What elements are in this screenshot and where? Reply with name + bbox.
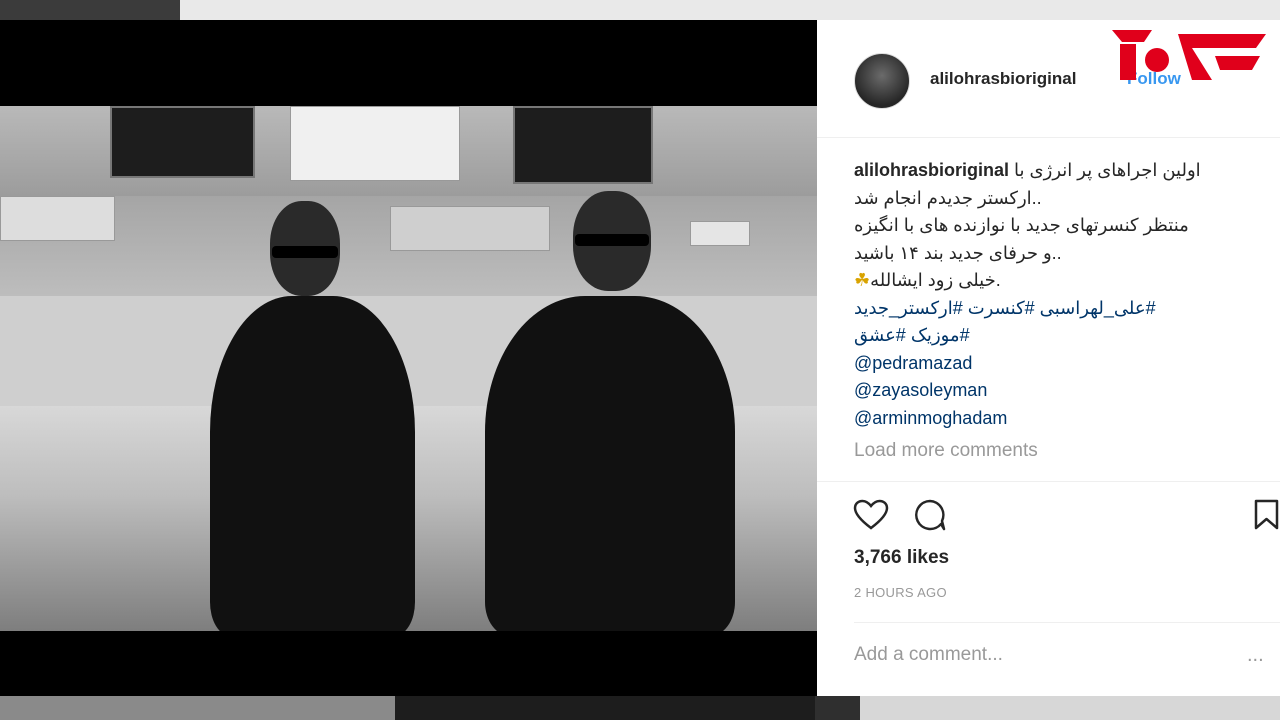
- heart-icon[interactable]: [853, 499, 889, 531]
- caption-hashtags[interactable]: #موزیک #عشق: [854, 322, 1259, 350]
- photo-sign: [690, 221, 750, 246]
- caption-text: منتظر کنسرتهای جدید با نوازنده های با ان…: [854, 215, 1189, 235]
- caption-mention[interactable]: @pedramazad: [854, 350, 1259, 378]
- photo-flight-board: [513, 106, 653, 184]
- post-header: alilohrasbioriginal Follow: [817, 20, 1280, 138]
- caption-text: ..و حرفای جدید بند ۱۴ باشید: [854, 242, 1062, 263]
- add-comment-input[interactable]: Add a comment...: [854, 644, 1003, 666]
- likes-count[interactable]: 3,766 likes: [854, 547, 949, 569]
- background-thumbnail: [0, 696, 395, 720]
- caption-mention[interactable]: @zayasoleyman: [854, 377, 1259, 405]
- rokna-watermark-logo: [1112, 30, 1266, 80]
- caption-hashtags[interactable]: #علی_لهراسبی #کنسرت #ارکستر_جدید: [854, 295, 1259, 323]
- avatar[interactable]: [854, 53, 910, 109]
- caption-mention[interactable]: @arminmoghadam: [854, 405, 1259, 433]
- background-profile-strip: [0, 0, 1280, 20]
- photo-sign: [0, 196, 115, 241]
- photo-glasses-left: [272, 246, 338, 258]
- caption-line-emoji: ☘.خیلی زود ایشالله: [854, 267, 1259, 295]
- comment-divider: [854, 622, 1280, 623]
- post-timestamp: 2 HOURS AGO: [854, 585, 947, 600]
- background-thumbnail: [0, 0, 180, 20]
- post-side-panel: alilohrasbioriginal Follow alilohrasbior…: [817, 20, 1280, 696]
- caption-username[interactable]: alilohrasbioriginal: [854, 160, 1009, 180]
- photo-direction-sign: [290, 106, 460, 181]
- photo-glasses-right: [575, 234, 649, 246]
- background-bottom-strip: [0, 696, 1280, 720]
- photo-sign: [390, 206, 550, 251]
- post-media-area[interactable]: [0, 20, 817, 696]
- photo-person-right: [485, 296, 735, 631]
- comment-icon[interactable]: [913, 498, 947, 532]
- load-more-comments-link[interactable]: Load more comments: [854, 440, 1038, 462]
- actions-divider: [817, 481, 1280, 482]
- photo-person-left: [210, 296, 415, 631]
- caption-text: ..ارکستر جدیدم انجام شد: [854, 187, 1042, 208]
- background-thumbnail: [395, 696, 815, 720]
- post-username[interactable]: alilohrasbioriginal: [930, 69, 1076, 89]
- post-photo[interactable]: [0, 106, 817, 631]
- photo-flight-board: [110, 106, 255, 178]
- caption-text: .خیلی زود ایشالله: [870, 270, 1001, 290]
- more-options-button[interactable]: ...: [1247, 644, 1264, 667]
- post-caption: alilohrasbioriginal اولین اجراهای پر انر…: [854, 157, 1259, 432]
- background-thumbnail: [860, 696, 1280, 720]
- caption-line-1: alilohrasbioriginal اولین اجراهای پر انر…: [854, 157, 1259, 185]
- ring-emoji-icon: ☘: [854, 270, 871, 290]
- bookmark-icon[interactable]: [1253, 499, 1280, 531]
- caption-text: اولین اجراهای پر انرژی با: [1014, 160, 1201, 180]
